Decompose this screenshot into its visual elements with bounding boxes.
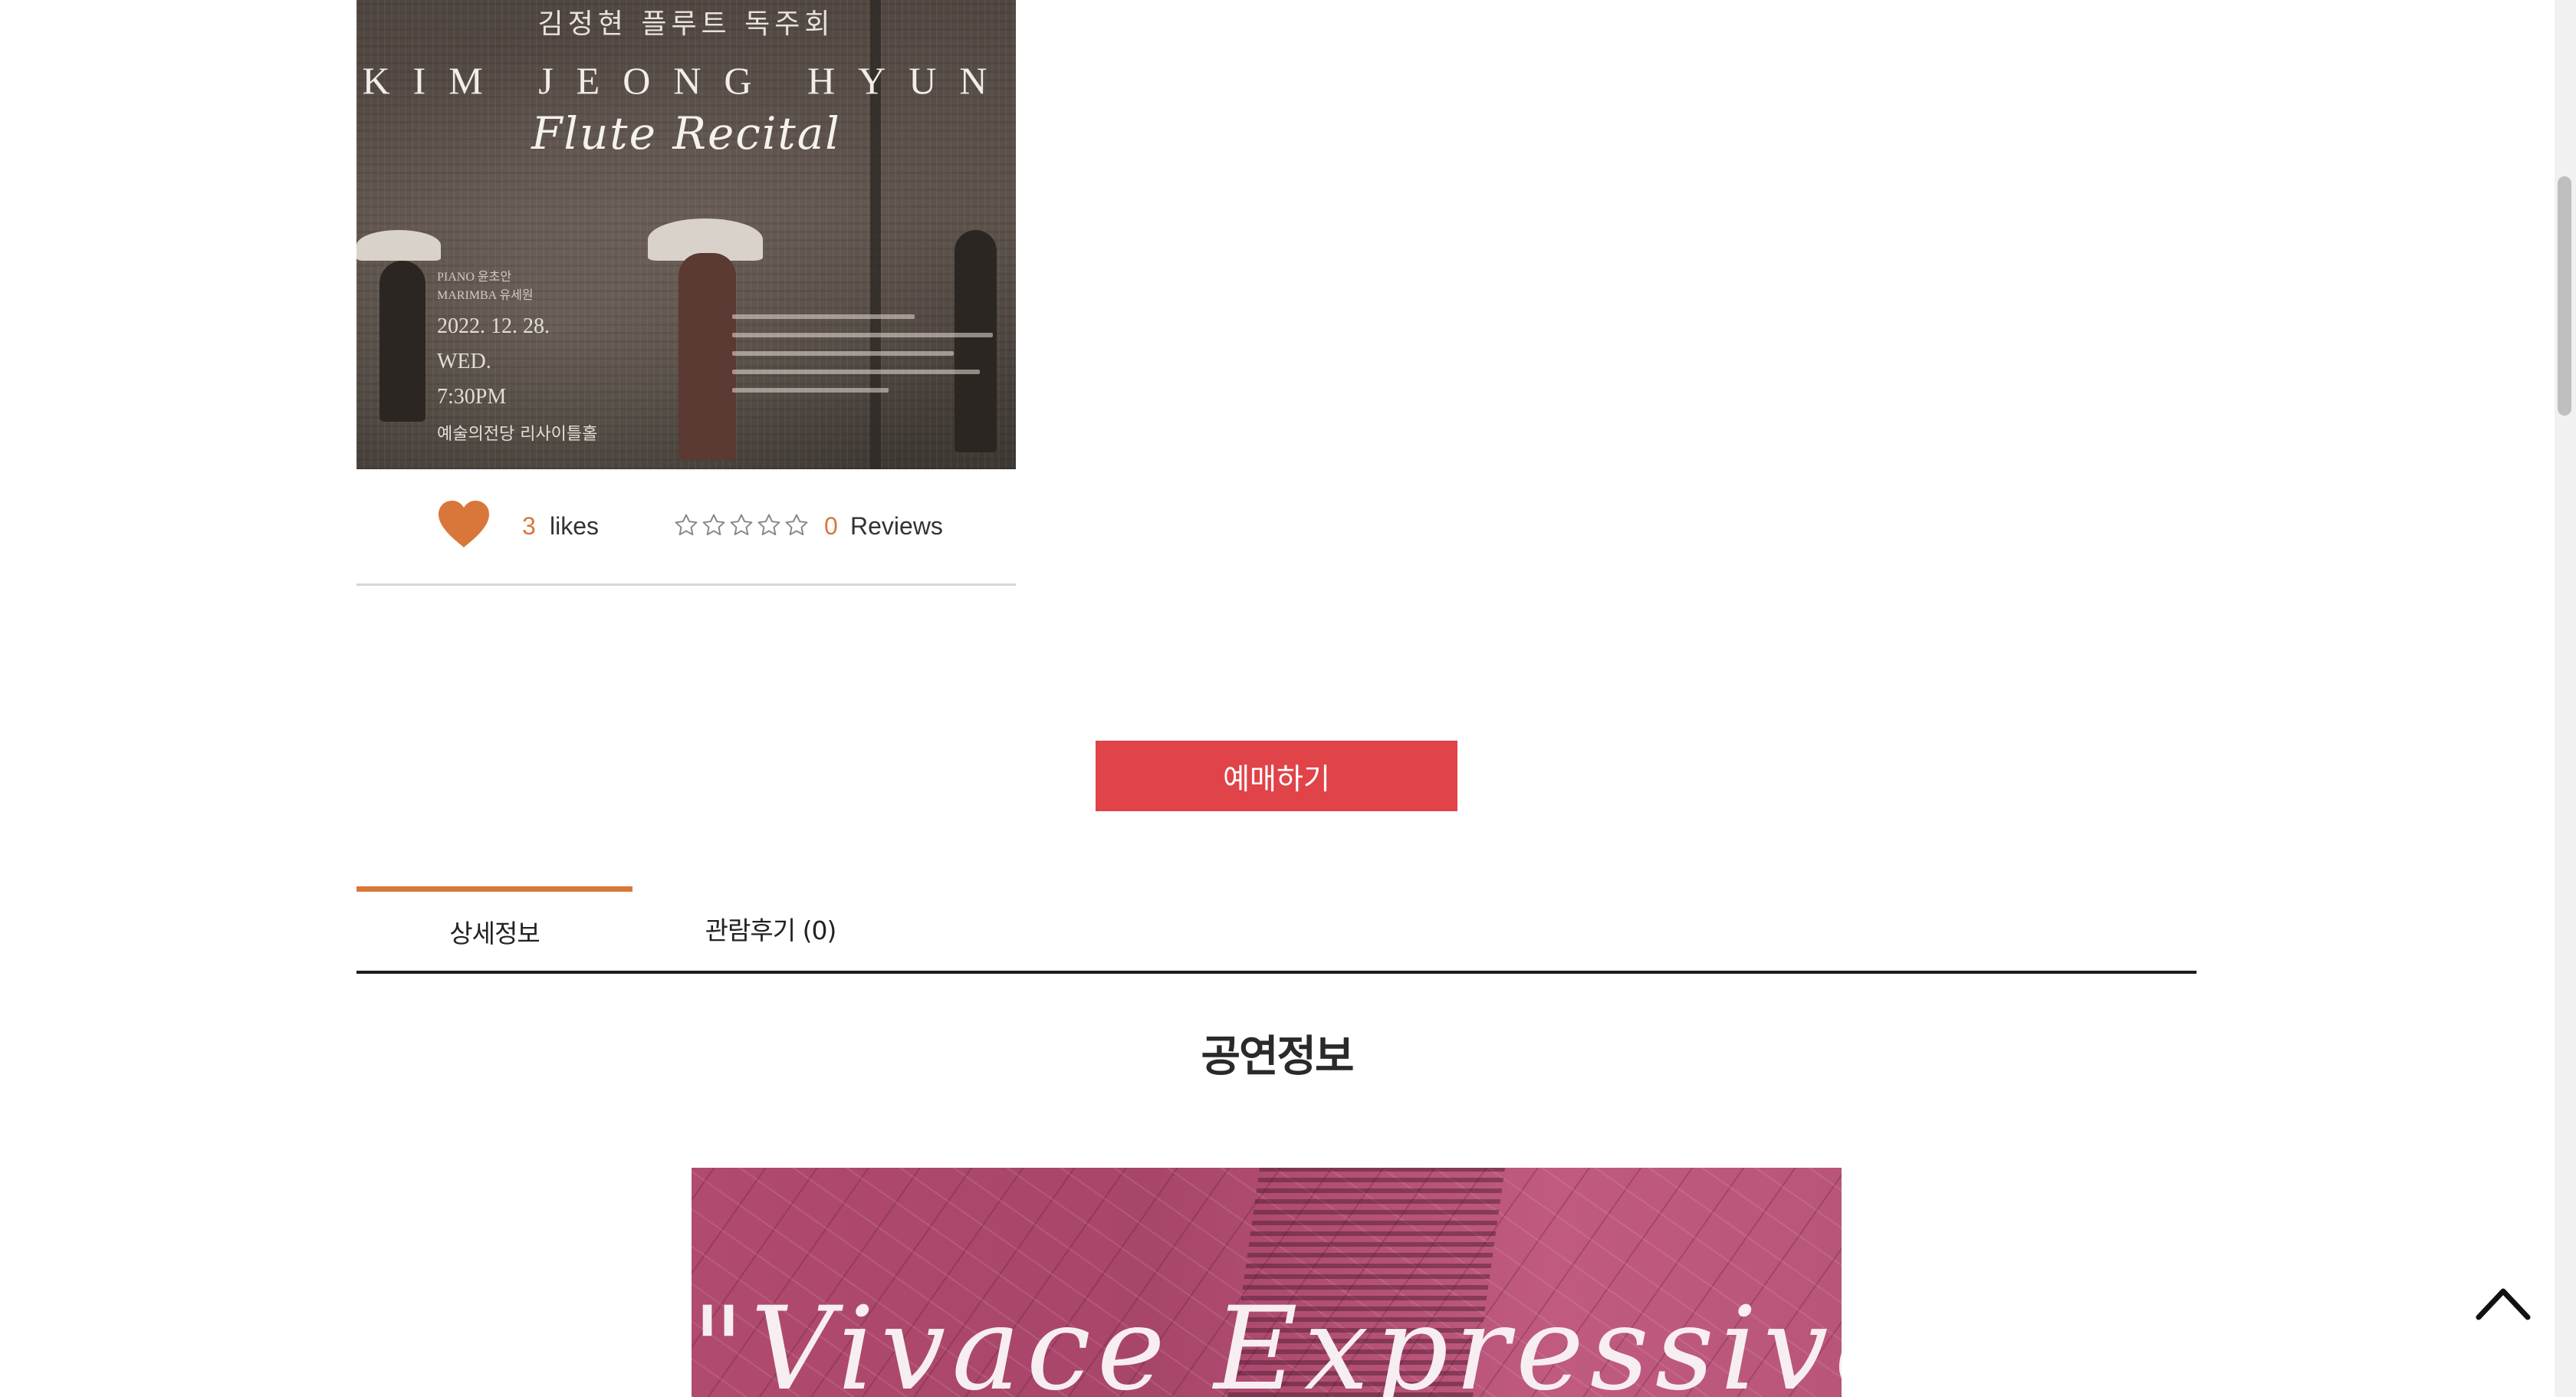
- poster-figure: [678, 253, 736, 460]
- detail-tabs: 상세정보 관람후기 (0): [356, 886, 2196, 974]
- tab-reviews[interactable]: 관람후기 (0): [632, 886, 909, 971]
- poster-marimba: MARIMBA 유세원: [437, 289, 534, 302]
- concert-poster: 김정현 플루트 독주회 KIM JEONG HYUN Flute Recital…: [356, 0, 1016, 469]
- page: 김정현 플루트 독주회 KIM JEONG HYUN Flute Recital…: [0, 0, 2576, 1397]
- poster-info: PIANO 윤초안 MARIMBA 유세원 2022. 12. 28. WED.…: [437, 268, 597, 445]
- poster-date: 2022. 12. 28.: [437, 314, 550, 338]
- heart-icon[interactable]: [437, 500, 491, 549]
- poster-korean-title: 김정현 플루트 독주회: [537, 8, 835, 40]
- star-outline-icon: [785, 514, 808, 536]
- poster-fine-print: [732, 314, 993, 422]
- star-outline-icon: [757, 514, 780, 536]
- poster-piano: PIANO 윤초안: [437, 271, 512, 284]
- tab-detail-info[interactable]: 상세정보: [356, 886, 632, 971]
- poster-time: 7:30PM: [437, 385, 507, 409]
- performance-detail-image: "Vivace Expressivo": [692, 1168, 1842, 1397]
- reviews-count: 0: [824, 512, 838, 540]
- poster-script-title: Flute Recital: [531, 107, 841, 159]
- likes-label: likes: [550, 512, 600, 540]
- poster-umbrella-left: [356, 230, 441, 261]
- likes-count: 3: [522, 512, 536, 540]
- star-outline-icon: [675, 514, 698, 536]
- reviews-label: Reviews: [850, 512, 943, 540]
- detail-image-script-text: "Vivace Expressivo": [692, 1283, 1842, 1397]
- star-outline-icon: [702, 514, 725, 536]
- section-title: 공연정보: [1201, 1032, 1354, 1082]
- star-outline-icon: [730, 514, 753, 536]
- poster-figure-left: [380, 261, 426, 422]
- poster-weekday: WED.: [437, 350, 491, 373]
- poster-english-title: KIM JEONG HYUN: [362, 59, 1010, 102]
- chevron-up-icon[interactable]: [2475, 1282, 2532, 1323]
- poster-venue: 예술의전당 리사이틀홀: [437, 425, 598, 444]
- rating-stars: [673, 512, 810, 540]
- reserve-button[interactable]: 예매하기: [1096, 741, 1457, 811]
- scrollbar-thumb[interactable]: [2558, 176, 2571, 416]
